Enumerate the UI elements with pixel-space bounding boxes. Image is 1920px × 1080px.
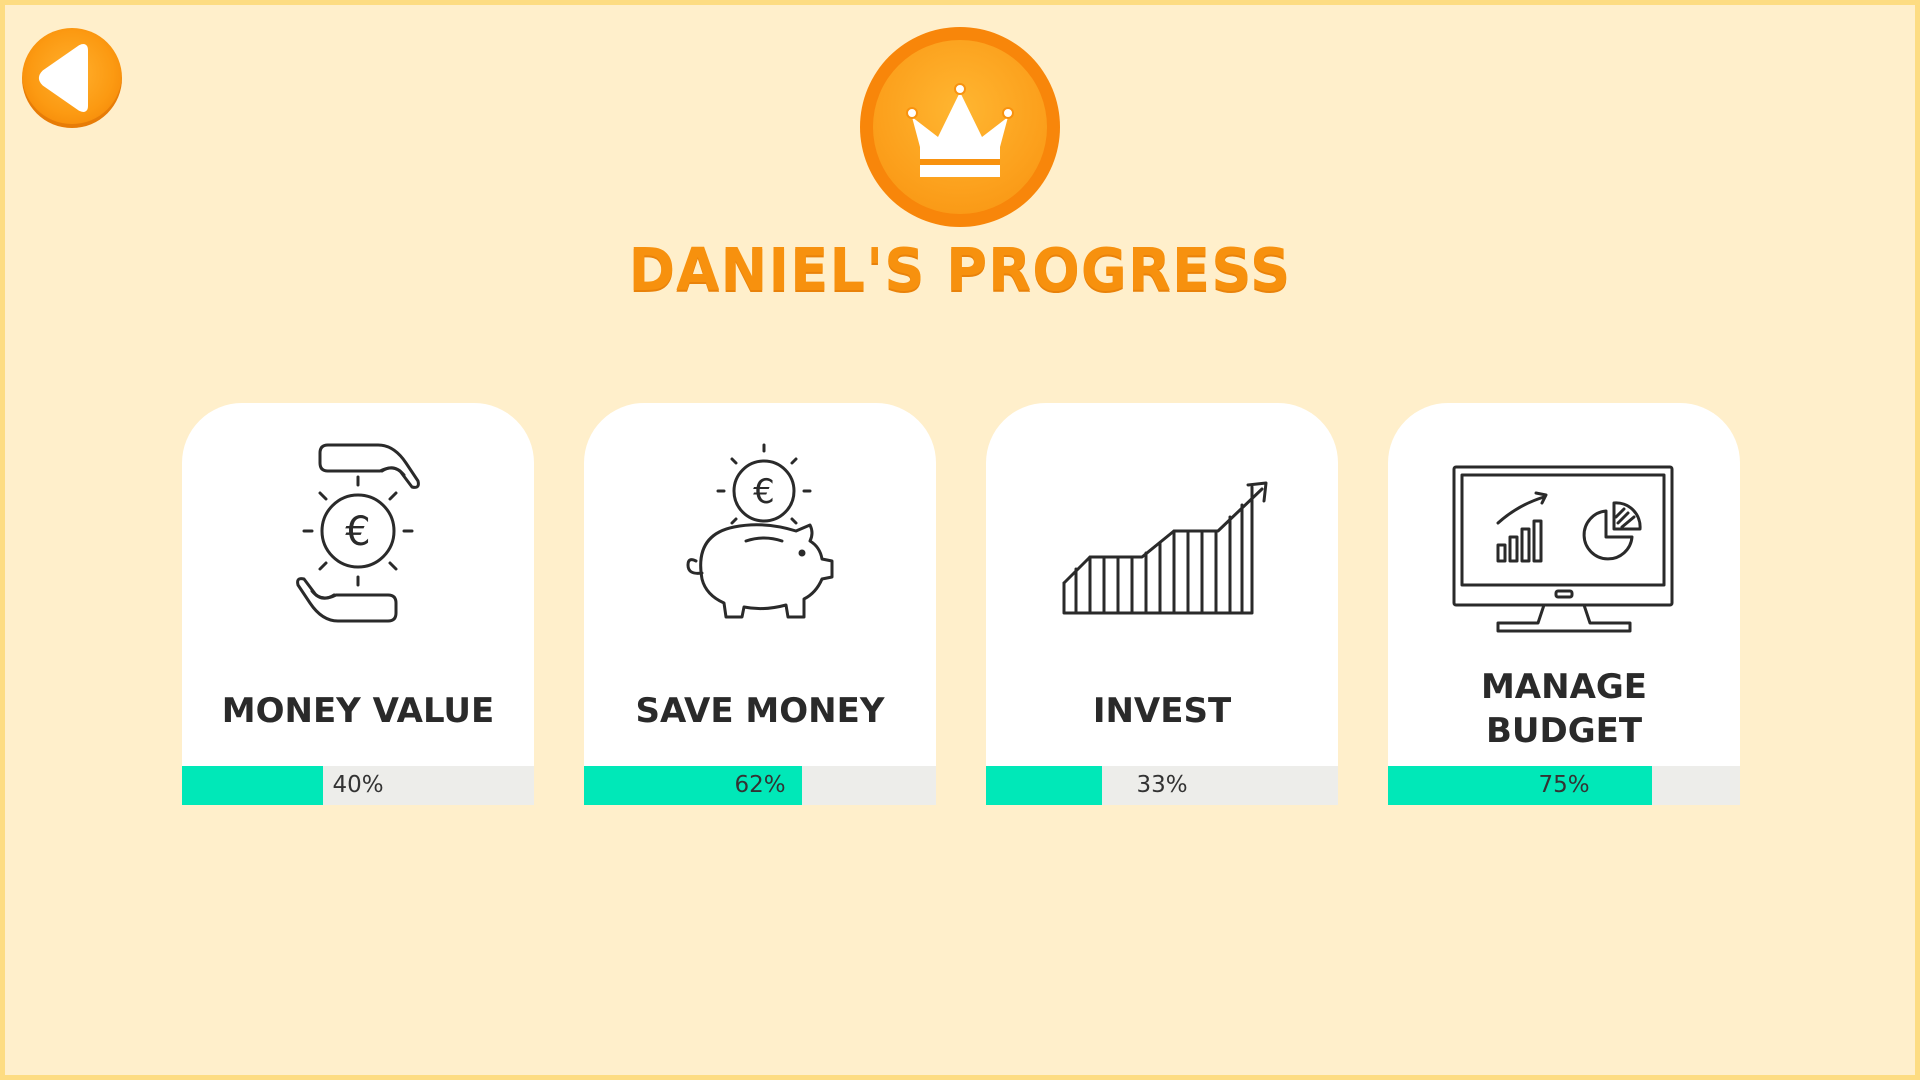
card-label: INVEST	[1092, 691, 1232, 731]
monitor-charts-icon	[1452, 465, 1674, 633]
card-label: MONEY VALUE	[221, 691, 495, 731]
card-label: SAVE MONEY	[635, 691, 885, 731]
card-label-line2: BUDGET	[1485, 711, 1643, 751]
page-title: DANIEL'S PROGRESS	[628, 236, 1292, 305]
progress-bar: 33%	[986, 766, 1338, 805]
svg-text:€: €	[753, 472, 775, 512]
progress-text: 33%	[1136, 772, 1188, 798]
card-money-value[interactable]: € MONEY VALUE 40%	[182, 403, 534, 805]
progress-text: 75%	[1538, 772, 1590, 798]
crown-badge	[860, 27, 1060, 227]
progress-bar: 62%	[584, 766, 936, 805]
card-label: MANAGE BUDGET	[1388, 665, 1740, 753]
back-arrow-icon	[39, 44, 88, 112]
back-button[interactable]	[22, 28, 122, 128]
crown-icon	[906, 83, 1014, 177]
svg-text:€: €	[345, 509, 370, 555]
progress-text: 62%	[734, 772, 786, 798]
growth-chart-icon	[1062, 481, 1268, 615]
card-invest[interactable]: INVEST 33%	[986, 403, 1338, 805]
card-manage-budget[interactable]: MANAGE BUDGET 75%	[1388, 403, 1740, 805]
progress-bar: 40%	[182, 766, 534, 805]
piggy-bank-euro-icon: €	[686, 443, 834, 619]
progress-bar: 75%	[1388, 766, 1740, 805]
progress-text: 40%	[332, 772, 384, 798]
hands-euro-coin-icon: €	[296, 443, 420, 623]
card-label-line1: MANAGE	[1480, 667, 1648, 707]
card-save-money[interactable]: € SAVE MONEY 62%	[584, 403, 936, 805]
